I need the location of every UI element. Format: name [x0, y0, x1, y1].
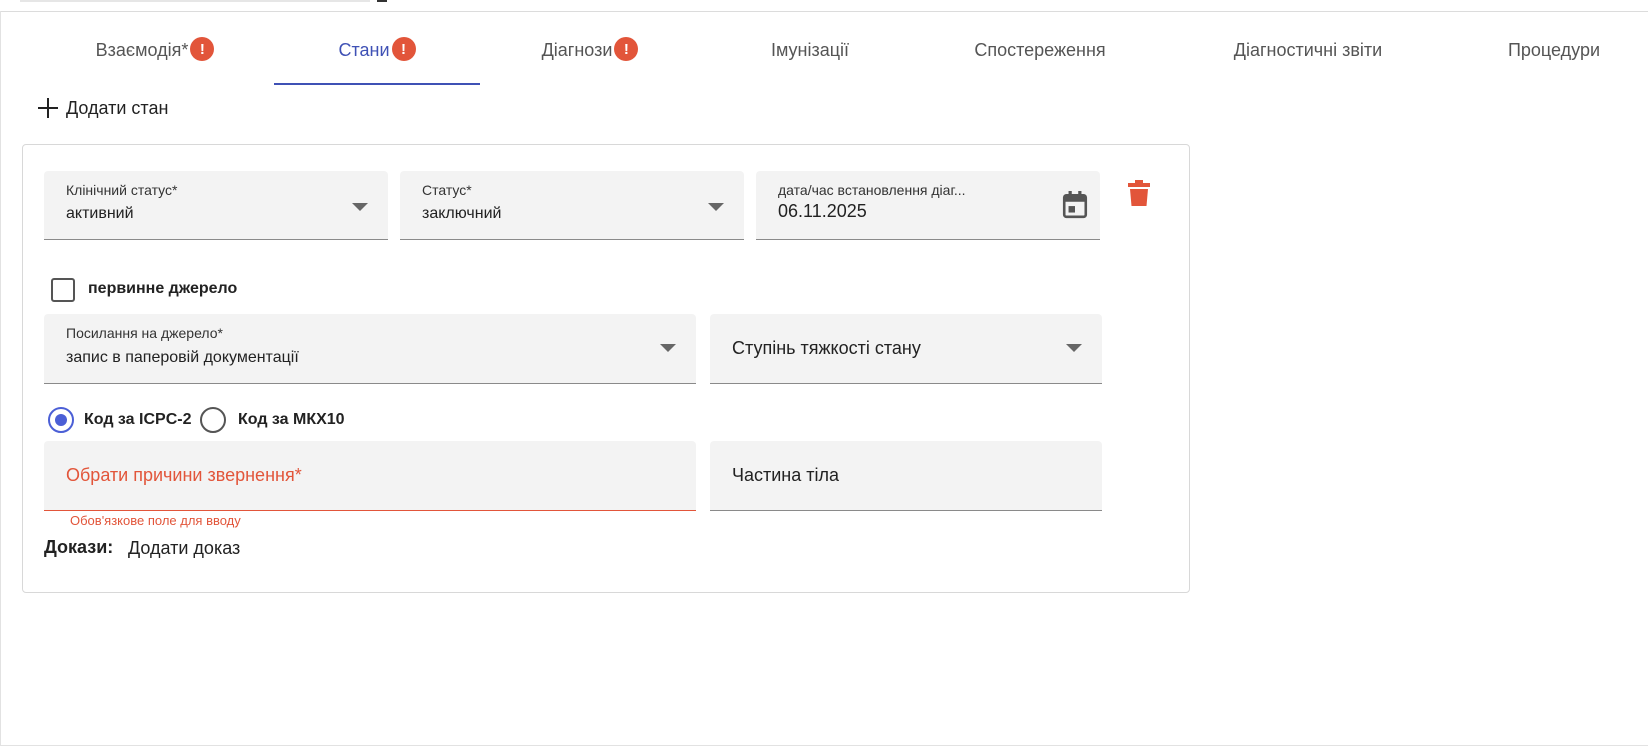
icd10-radio[interactable]: [200, 407, 226, 433]
reasons-error-text: Обов'язкове поле для вводу: [70, 513, 241, 528]
evidence-label: Докази:: [44, 537, 114, 557]
primary-source-checkbox[interactable]: [51, 278, 75, 302]
severity-placeholder: Ступінь тяжкості стану: [732, 338, 921, 358]
top-input-fragment: [20, 0, 370, 2]
status-value: заключний: [422, 205, 502, 222]
error-icon: !: [614, 37, 639, 61]
tab-diagnoses[interactable]: Діагнози !: [490, 37, 690, 84]
icpc2-label: Код за ICPC-2: [84, 411, 192, 428]
tab-conditions-label: Стани: [338, 40, 390, 60]
clinical-status-value: активний: [66, 205, 134, 222]
diagnosis-datetime-label: дата/час встановлення діаг...: [778, 182, 966, 198]
source-reference-value: запис в паперовій документації: [66, 349, 299, 366]
source-reference-label: Посилання на джерело*: [66, 325, 223, 341]
chevron-down-icon: [1066, 344, 1082, 352]
source-reference-select[interactable]: Посилання на джерело* запис в паперовій …: [44, 314, 696, 384]
tab-diagnoses-label: Діагнози: [541, 40, 613, 60]
reasons-select[interactable]: Обрати причини звернення*: [44, 441, 696, 511]
tab-procedures[interactable]: Процедури: [1460, 40, 1648, 84]
reasons-placeholder: Обрати причини звернення*: [66, 465, 302, 485]
tab-interaction-label: Взаємодія*: [95, 40, 189, 60]
chevron-down-icon: [352, 203, 368, 211]
tab-observations[interactable]: Спостереження: [930, 40, 1150, 84]
active-tab-indicator: [274, 83, 480, 85]
tab-interaction[interactable]: Взаємодія* !: [60, 37, 250, 84]
tab-diagnostic-reports[interactable]: Діагностичні звіти: [1200, 40, 1416, 84]
body-part-placeholder: Частина тіла: [732, 465, 840, 485]
status-select[interactable]: Статус* заключний: [400, 171, 744, 240]
add-evidence-link[interactable]: Додати доказ: [128, 538, 240, 559]
chevron-down-icon: [708, 203, 724, 211]
error-icon: !: [190, 37, 215, 61]
tab-conditions[interactable]: Стани !: [274, 37, 480, 84]
severity-select[interactable]: Ступінь тяжкості стану: [710, 314, 1102, 384]
add-condition-label: Додати стан: [66, 97, 169, 118]
tab-observations-label: Спостереження: [974, 40, 1106, 60]
trash-icon[interactable]: [1128, 180, 1150, 206]
icd10-label: Код за МКХ10: [238, 411, 345, 428]
tab-immunizations[interactable]: Імунізації: [720, 40, 900, 84]
diagnosis-datetime-field[interactable]: дата/час встановлення діаг... 06.11.2025: [756, 171, 1100, 240]
clinical-status-select[interactable]: Клінічний статус* активний: [44, 171, 388, 240]
icpc2-radio[interactable]: [48, 407, 74, 433]
calendar-icon[interactable]: [1062, 191, 1088, 219]
add-condition-button[interactable]: Додати стан: [38, 96, 168, 120]
body-part-field[interactable]: Частина тіла: [710, 441, 1102, 511]
tab-diagnostic-reports-label: Діагностичні звіти: [1233, 40, 1383, 60]
error-icon: !: [391, 37, 416, 61]
chevron-down-icon: [660, 344, 676, 352]
diagnosis-datetime-value: 06.11.2025: [778, 201, 867, 221]
status-label: Статус*: [422, 182, 472, 198]
tab-procedures-label: Процедури: [1507, 40, 1601, 60]
primary-source-label: первинне джерело: [88, 280, 238, 297]
top-icon-fragment: [377, 0, 387, 2]
tab-immunizations-label: Імунізації: [770, 40, 850, 60]
clinical-status-label: Клінічний статус*: [66, 182, 178, 198]
plus-icon: [38, 98, 58, 118]
